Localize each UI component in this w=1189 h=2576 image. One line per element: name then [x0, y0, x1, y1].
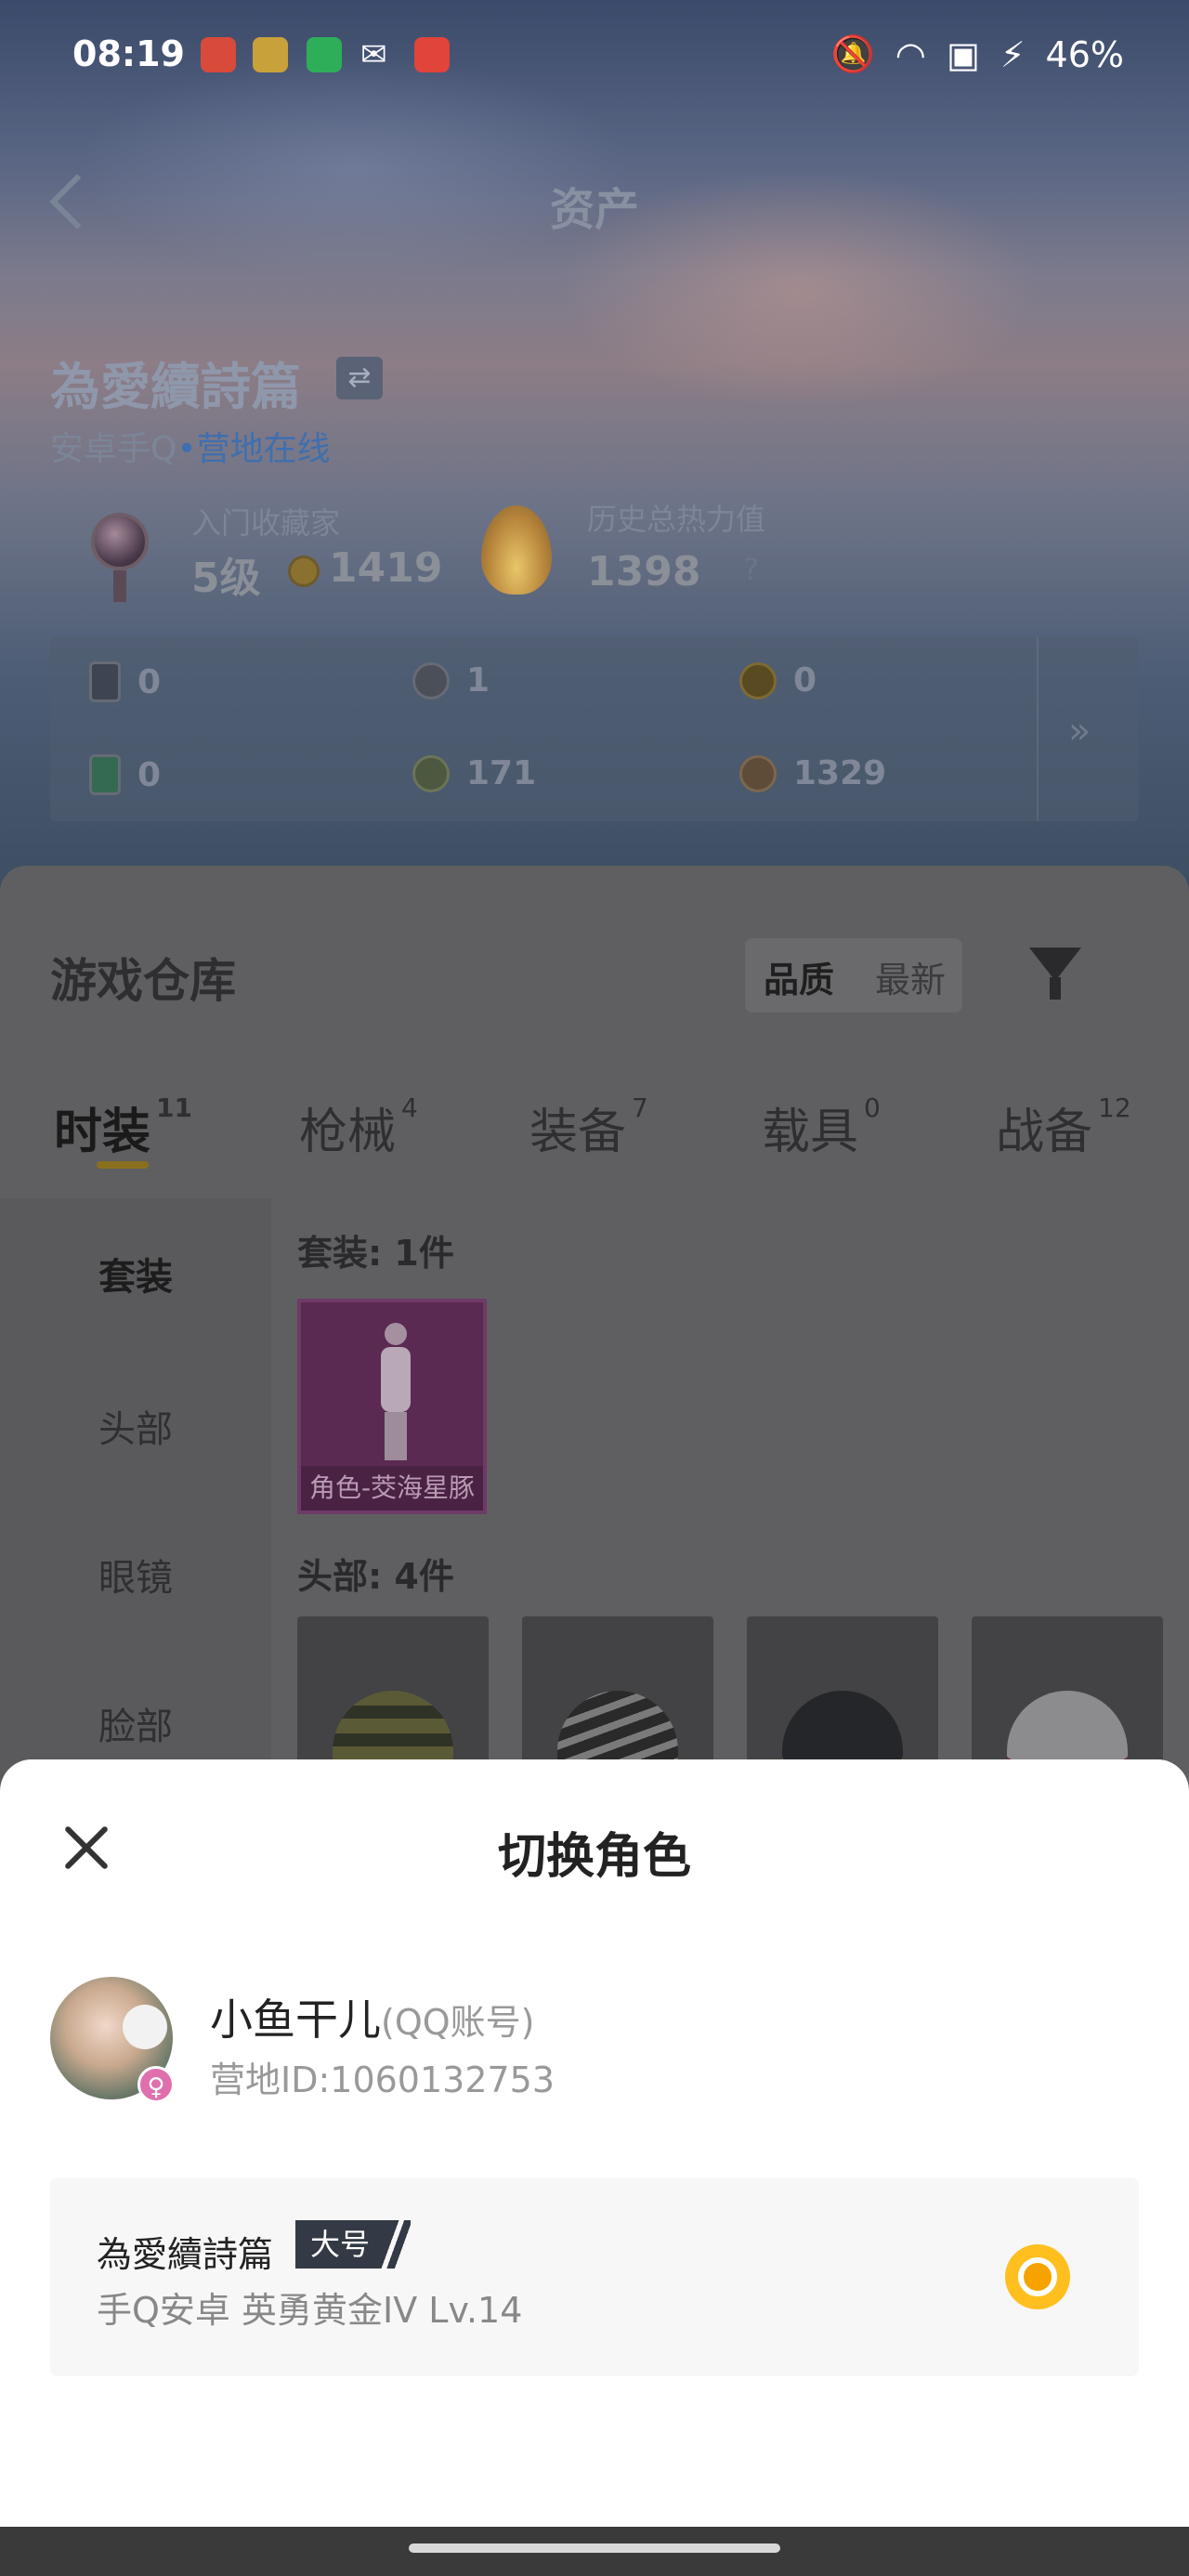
collector-badge-icon — [78, 500, 162, 602]
app-notification-2-icon — [253, 37, 288, 72]
role-detail: 手Q安卓 英勇黄金IV Lv.14 — [97, 2290, 523, 2331]
online-status: 营地在线 — [196, 430, 331, 468]
resources-divider — [1037, 637, 1039, 821]
page-title: 资产 — [549, 184, 639, 236]
suit-item-card[interactable]: 角色-茭海星豚 — [297, 1299, 487, 1514]
heat-value: 1398 — [587, 548, 701, 595]
points-coin-icon — [288, 556, 320, 587]
gold-coin-icon — [739, 661, 777, 700]
app-notification-1-icon — [201, 37, 236, 72]
warehouse-title: 游戏仓库 — [50, 954, 236, 1008]
mute-icon: 🔕 — [830, 33, 875, 74]
tab-supplies[interactable]: 战备 12 — [996, 1092, 1131, 1162]
account-name: 小鱼干儿 — [210, 1994, 381, 2045]
status-bar: 08:19 ✉ 🔕 ◠ ▣ ⚡ 46% — [0, 0, 1189, 111]
avatar-pet — [123, 2005, 167, 2049]
swap-account-icon[interactable]: ⇄ — [336, 357, 383, 399]
resource-item: 1 — [412, 661, 490, 700]
sidebar-item-head[interactable]: 头部 — [0, 1399, 271, 1453]
female-gender-icon: ♀ — [137, 2066, 175, 2103]
olive-coin-icon — [412, 754, 450, 792]
battery-level: 46% — [1045, 33, 1124, 75]
green-card-icon — [89, 754, 121, 795]
tab-gear[interactable]: 装备 7 — [529, 1092, 648, 1162]
sheet-title: 切换角色 — [497, 1829, 691, 1885]
resource-item: 171 — [412, 754, 536, 792]
tab-vehicles[interactable]: 载具 0 — [762, 1092, 881, 1162]
gem-shape — [91, 513, 149, 570]
role-selected-radio[interactable] — [1005, 2244, 1070, 2309]
collector-points: 1419 — [329, 544, 443, 592]
account-name-line: 小鱼干儿(QQ账号) — [210, 1986, 534, 2047]
collector-level: 5级 — [191, 555, 261, 602]
role-option-row[interactable] — [50, 2177, 1139, 2376]
heat-help-icon[interactable]: ? — [743, 552, 759, 587]
resource-item: 0 — [89, 661, 161, 702]
resource-item: 0 — [739, 661, 817, 700]
status-time: 08:19 — [72, 33, 185, 74]
suit-item-name: 角色-茭海星豚 — [301, 1466, 483, 1510]
shield-app-icon — [307, 37, 342, 72]
bronze-coin-icon — [739, 754, 777, 792]
card-icon — [89, 661, 121, 702]
sort-quality-button[interactable]: 品质 — [764, 951, 834, 1002]
heat-flame-icon — [474, 498, 557, 600]
resources-more-icon[interactable]: » — [1068, 710, 1091, 752]
player-name: 為愛續詩篇 — [50, 358, 301, 416]
resources-panel[interactable] — [50, 637, 1139, 821]
sort-new-button[interactable]: 最新 — [875, 951, 946, 1002]
resource-item: 0 — [89, 754, 161, 795]
group-title-head: 头部: 4件 — [297, 1556, 454, 1597]
sidebar-item-glasses[interactable]: 眼镜 — [0, 1548, 271, 1602]
filter-icon[interactable] — [1024, 940, 1089, 1005]
account-type: (QQ账号) — [381, 2002, 535, 2043]
gem-tail — [113, 570, 126, 602]
home-indicator[interactable] — [409, 2543, 780, 2553]
account-id: 营地ID:1060132753 — [210, 2059, 555, 2100]
heat-label: 历史总热力值 — [587, 502, 766, 537]
player-platform-line: 安卓手Q•营地在线 — [50, 422, 331, 470]
wifi-icon: ◠ — [895, 33, 926, 75]
status-right-group: 🔕 ◠ ▣ ⚡ 46% — [830, 33, 1124, 75]
online-dot: • — [176, 430, 197, 468]
flame-shape — [481, 505, 552, 595]
tab-fashion[interactable]: 时装 11 — [54, 1092, 192, 1162]
resource-item: 1329 — [739, 754, 886, 792]
wechat-icon: ✉ — [360, 36, 387, 73]
charging-icon: ⚡ — [1000, 33, 1026, 75]
character-figure — [370, 1323, 422, 1462]
sidebar-item-suit[interactable]: 套装 — [0, 1247, 271, 1301]
token-icon — [412, 661, 450, 700]
tab-guns[interactable]: 枪械 4 — [299, 1092, 418, 1162]
tab-active-indicator — [97, 1161, 149, 1169]
sim-icon: ▣ — [946, 33, 980, 75]
group-title-suit: 套装: 1件 — [297, 1233, 454, 1274]
player-platform: 安卓手Q — [50, 430, 177, 468]
sidebar-item-face[interactable]: 脸部 — [0, 1696, 271, 1750]
video-app-icon — [414, 37, 450, 72]
collector-label: 入门收藏家 — [191, 505, 341, 541]
main-account-badge: 大号 — [295, 2220, 412, 2269]
role-name: 為愛續詩篇 — [97, 2234, 274, 2275]
